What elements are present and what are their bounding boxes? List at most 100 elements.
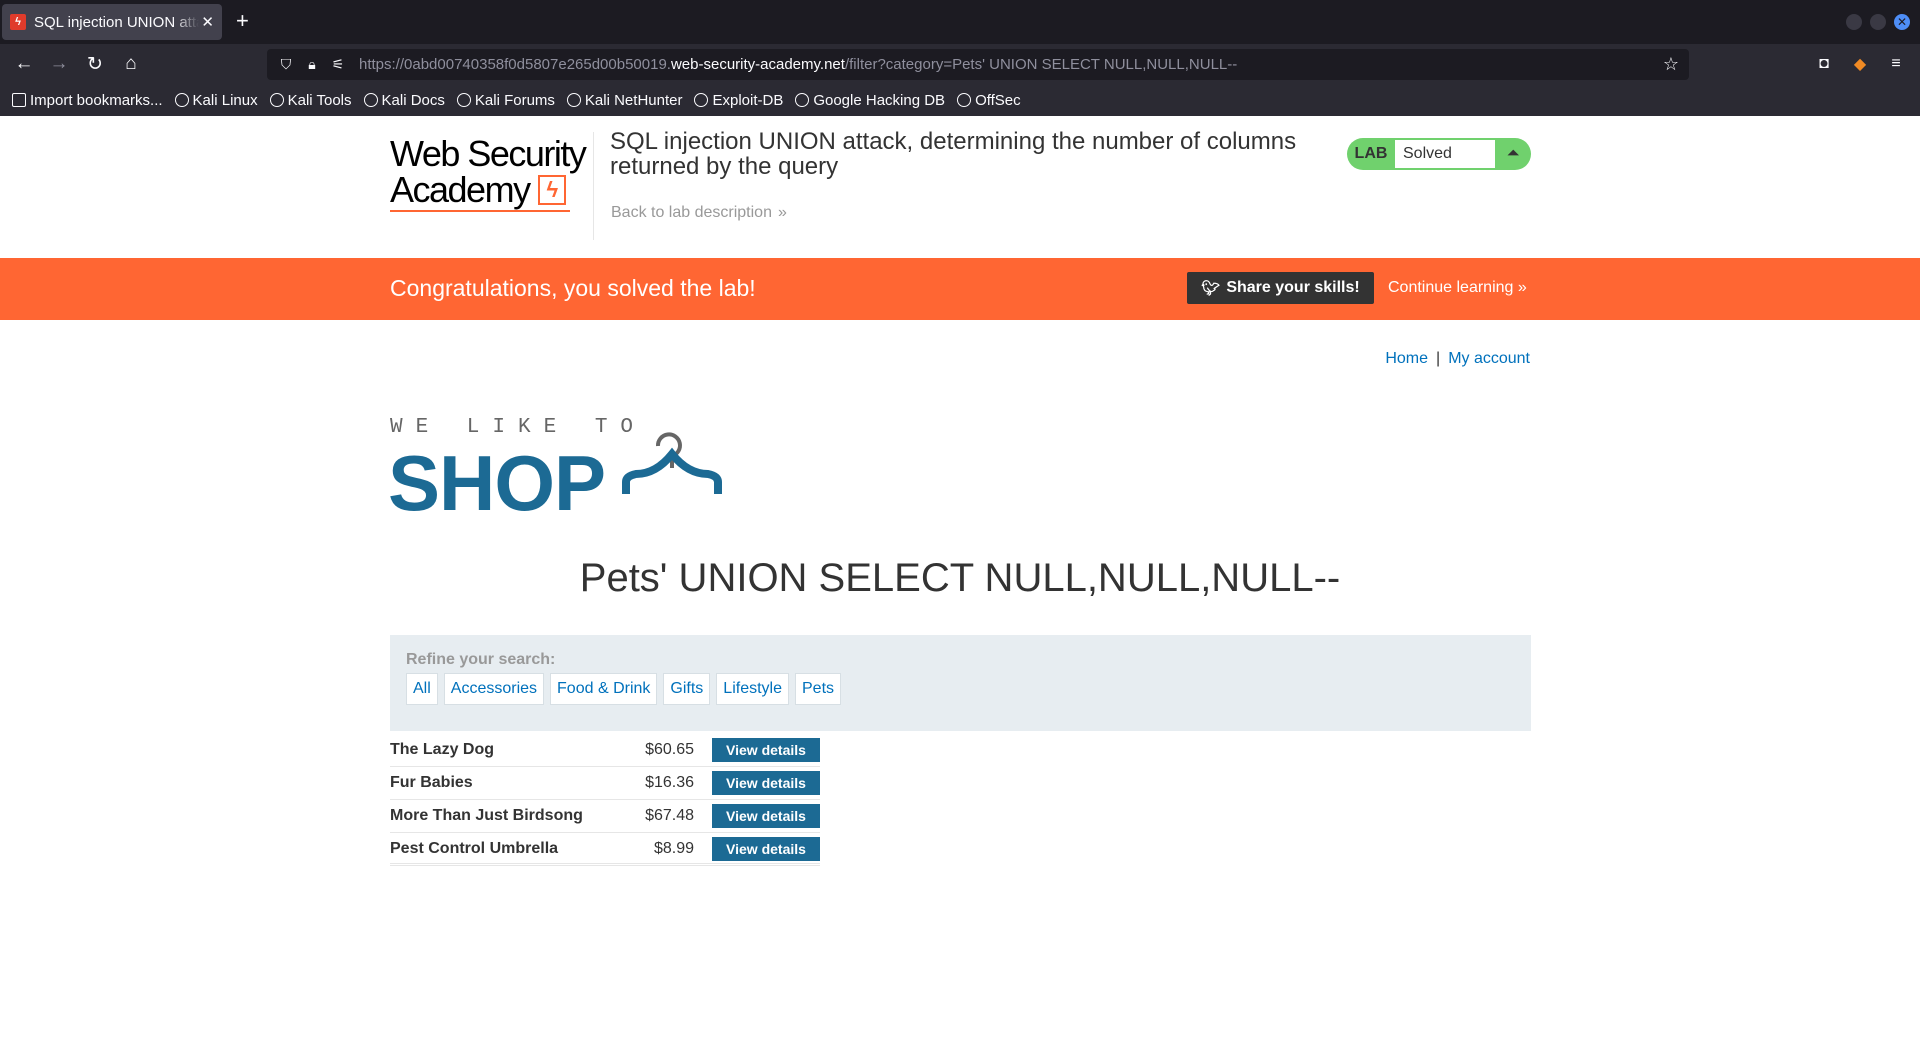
my-account-link[interactable]: My account (1448, 350, 1530, 367)
permissions-icon[interactable]: ⚟ (329, 56, 347, 74)
bookmark-label: Kali NetHunter (584, 91, 683, 109)
lightning-icon: ϟ (537, 175, 566, 205)
back-arrow-icon[interactable]: ← (12, 52, 36, 76)
url-prefix: https://0abd00740358f0d5807e265d00b50019… (359, 56, 671, 73)
filter-panel: Refine your search: All Accessories Food… (390, 635, 1531, 731)
url-host: web-security-academy.net (670, 56, 845, 73)
filter-category-accessories[interactable]: Accessories (443, 673, 545, 705)
logo-line-2: Academy (390, 169, 531, 210)
table-bottom-divider (390, 863, 820, 864)
product-name: Fur Babies (390, 774, 473, 791)
bookmark-label: Kali Tools (287, 91, 352, 109)
globe-icon (566, 93, 581, 107)
page-content: Web Security Academy ϟ SQL injection UNIO… (0, 116, 1920, 1051)
shop-logo-tagline: WE LIKE TO (390, 416, 647, 439)
account-nav: Home | My account (1385, 350, 1530, 368)
menu-hamburger-icon[interactable]: ≡ (1886, 54, 1906, 74)
globe-icon (456, 93, 471, 107)
view-details-button[interactable]: View details (712, 738, 820, 762)
shield-icon[interactable]: ⛉ (277, 56, 295, 74)
bookmark-label: Import bookmarks... (30, 91, 163, 109)
nav-separator: | (1436, 350, 1441, 367)
logo-underline (390, 210, 570, 212)
tab-title: SQL injection UNION attack, determining … (34, 13, 199, 31)
product-price: $8.99 (653, 840, 694, 857)
product-price: $16.36 (645, 774, 694, 791)
globe-icon (957, 93, 972, 107)
filter-category-all[interactable]: All (406, 673, 438, 705)
we-like-to-shop-logo: WE LIKE TO SHOP (388, 416, 770, 527)
bookmarks-bar: Import bookmarks... Kali Linux Kali Tool… (0, 84, 1920, 116)
filter-title: Refine your search: (406, 651, 556, 668)
browser-tab-active[interactable]: ϟ SQL injection UNION attack, determinin… (2, 4, 222, 40)
shop-logo-word: SHOP (388, 439, 606, 527)
new-tab-button[interactable]: + (236, 10, 249, 32)
double-chevron-right-icon: » (777, 204, 787, 221)
product-price: $67.48 (645, 807, 694, 824)
bookmark-star-icon[interactable]: ☆ (1663, 54, 1679, 75)
table-row: Fur Babies $16.36 View details (390, 767, 820, 800)
double-chevron-right-icon: » (1517, 279, 1527, 296)
globe-icon (694, 93, 709, 107)
share-label: Share your skills! (1226, 279, 1360, 296)
import-icon (12, 93, 26, 107)
url-text[interactable]: https://0abd00740358f0d5807e265d00b50019… (359, 56, 1237, 73)
globe-icon (174, 93, 189, 107)
product-table: The Lazy Dog $60.65 View details Fur Bab… (390, 734, 820, 866)
bookmark-label: Exploit-DB (712, 91, 784, 109)
twitter-icon: 🐦︎ (1201, 280, 1221, 297)
back-to-lab-description-link[interactable]: Back to lab description » (611, 204, 787, 222)
table-row: The Lazy Dog $60.65 View details (390, 734, 820, 767)
tab-close-icon[interactable]: ✕ (201, 13, 214, 31)
bookmark-kali-linux[interactable]: Kali Linux (174, 91, 258, 109)
lab-badge-label: LAB (1354, 145, 1388, 162)
clothes-hanger-icon (622, 432, 722, 494)
bookmark-label: Kali Docs (381, 91, 445, 109)
congratulations-banner: Congratulations, you solved the lab! 🐦︎ S… (0, 258, 1920, 320)
window-close-button[interactable]: ✕ (1894, 14, 1910, 30)
continue-label: Continue learning (1388, 279, 1514, 296)
back-link-label: Back to lab description (611, 204, 772, 221)
bookmark-kali-docs[interactable]: Kali Docs (363, 91, 445, 109)
bookmark-label: Kali Linux (192, 91, 258, 109)
home-link[interactable]: Home (1385, 350, 1428, 367)
lab-status-badge: LAB Solved ⏶ (1347, 138, 1531, 170)
bookmark-label: Kali Forums (474, 91, 555, 109)
product-name: Pest Control Umbrella (390, 840, 559, 857)
continue-learning-link[interactable]: Continue learning » (1388, 279, 1527, 297)
extension-fox-icon[interactable]: ◆ (1850, 54, 1870, 74)
bookmark-kali-tools[interactable]: Kali Tools (269, 91, 352, 109)
view-details-button[interactable]: View details (712, 771, 820, 795)
bookmark-google-hacking-db[interactable]: Google Hacking DB (795, 92, 945, 109)
url-bar[interactable]: ⛉ 🔒︎ ⚟ https://0abd00740358f0d5807e265d0… (267, 49, 1689, 80)
pocket-icon[interactable]: ◘ (1814, 54, 1834, 74)
globe-icon (363, 93, 378, 107)
bookmark-kali-forums[interactable]: Kali Forums (456, 91, 555, 109)
home-icon[interactable]: ⌂ (119, 52, 143, 76)
web-security-academy-logo[interactable]: Web Security Academy ϟ (390, 133, 587, 236)
share-skills-button[interactable]: 🐦︎ Share your skills! (1187, 272, 1374, 304)
logo-line-1: Web Security (390, 133, 587, 174)
table-row: Pest Control Umbrella $8.99 View details (390, 833, 820, 866)
filter-category-lifestyle[interactable]: Lifestyle (716, 673, 789, 705)
product-name: More Than Just Birdsong (390, 807, 583, 824)
bookmark-import[interactable]: Import bookmarks... (12, 92, 163, 109)
lock-icon[interactable]: 🔒︎ (303, 56, 321, 74)
bookmark-offsec[interactable]: OffSec (957, 92, 1021, 109)
filter-category-food-drink[interactable]: Food & Drink (550, 673, 658, 705)
filter-category-gifts[interactable]: Gifts (663, 673, 711, 705)
flask-icon: ⏶ (1506, 145, 1520, 162)
bookmark-kali-nethunter[interactable]: Kali NetHunter (566, 91, 683, 109)
window-maximize-button[interactable] (1870, 14, 1886, 30)
portswigger-favicon-icon: ϟ (10, 14, 26, 30)
view-details-button[interactable]: View details (712, 837, 820, 861)
filter-category-pets[interactable]: Pets (795, 673, 842, 705)
bookmark-exploit-db[interactable]: Exploit-DB (694, 92, 783, 109)
congratulations-text: Congratulations, you solved the lab! (390, 275, 756, 301)
window-minimize-button[interactable] (1846, 14, 1862, 30)
reload-icon[interactable]: ↻ (83, 52, 107, 76)
forward-arrow-icon[interactable]: → (47, 52, 71, 76)
globe-icon (795, 93, 810, 107)
view-details-button[interactable]: View details (712, 804, 820, 828)
browser-nav-bar: ← → ↻ ⌂ ⛉ 🔒︎ ⚟ https://0abd00740358f0d58… (0, 44, 1920, 84)
